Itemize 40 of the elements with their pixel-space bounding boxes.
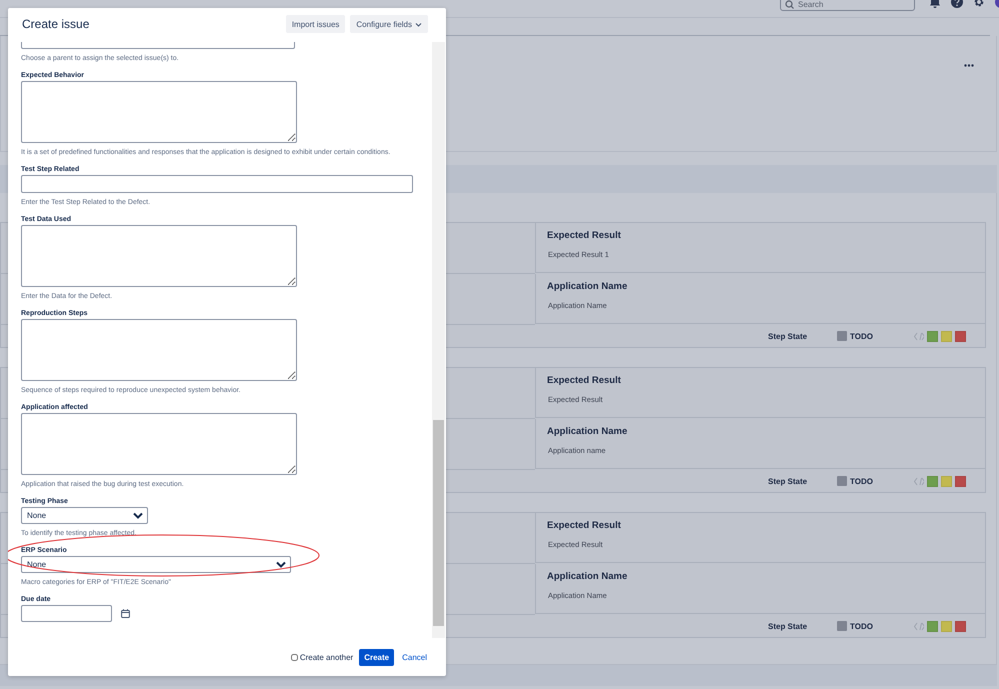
status-text: TODO bbox=[850, 476, 874, 486]
checkbox[interactable] bbox=[290, 654, 298, 660]
search-field[interactable]: Search bbox=[780, 0, 915, 11]
more-icon[interactable] bbox=[964, 64, 974, 67]
checkbox-label[interactable]: Create another bbox=[300, 652, 354, 662]
column-heading: Expected Result bbox=[547, 375, 621, 386]
step-state-label: Step State bbox=[768, 622, 808, 630]
step-state-label: Step State bbox=[768, 476, 808, 486]
column-heading: Application Name bbox=[547, 426, 628, 437]
fail-button[interactable] bbox=[955, 330, 966, 342]
input-field[interactable] bbox=[21, 175, 413, 193]
create-button[interactable]: Create bbox=[359, 648, 394, 666]
text-area[interactable] bbox=[21, 225, 297, 287]
scrollbar[interactable] bbox=[432, 42, 445, 638]
fail-button[interactable] bbox=[955, 620, 966, 632]
select-field[interactable]: None bbox=[21, 556, 291, 573]
date-field[interactable] bbox=[21, 605, 112, 622]
status-text: TODO bbox=[850, 332, 874, 340]
chevron-icon bbox=[133, 512, 143, 519]
select-field[interactable]: None bbox=[21, 507, 148, 524]
search-icon bbox=[785, 0, 794, 9]
text-area[interactable] bbox=[21, 413, 297, 475]
fail-button[interactable] bbox=[955, 476, 966, 486]
text-area[interactable] bbox=[21, 81, 297, 143]
calendar-icon[interactable] bbox=[121, 609, 130, 618]
pass-button[interactable] bbox=[927, 330, 938, 342]
step-state-label: Step State bbox=[768, 332, 808, 340]
column-heading: Expected Result bbox=[547, 520, 621, 531]
pass-button[interactable] bbox=[927, 476, 938, 486]
header-button[interactable]: Import issues bbox=[286, 15, 346, 33]
column-heading: Application Name bbox=[547, 281, 628, 292]
chevron-icon bbox=[276, 561, 286, 568]
header-button[interactable]: Configure fields bbox=[350, 15, 428, 33]
column-heading: Application Name bbox=[547, 571, 628, 582]
column-heading: Expected Result bbox=[547, 230, 621, 241]
cancel-link[interactable]: Cancel bbox=[402, 652, 427, 662]
text-area[interactable] bbox=[21, 319, 297, 381]
pass-button[interactable] bbox=[927, 620, 938, 632]
status-text: TODO bbox=[850, 622, 874, 630]
dialog-title: Create issue bbox=[22, 17, 90, 31]
